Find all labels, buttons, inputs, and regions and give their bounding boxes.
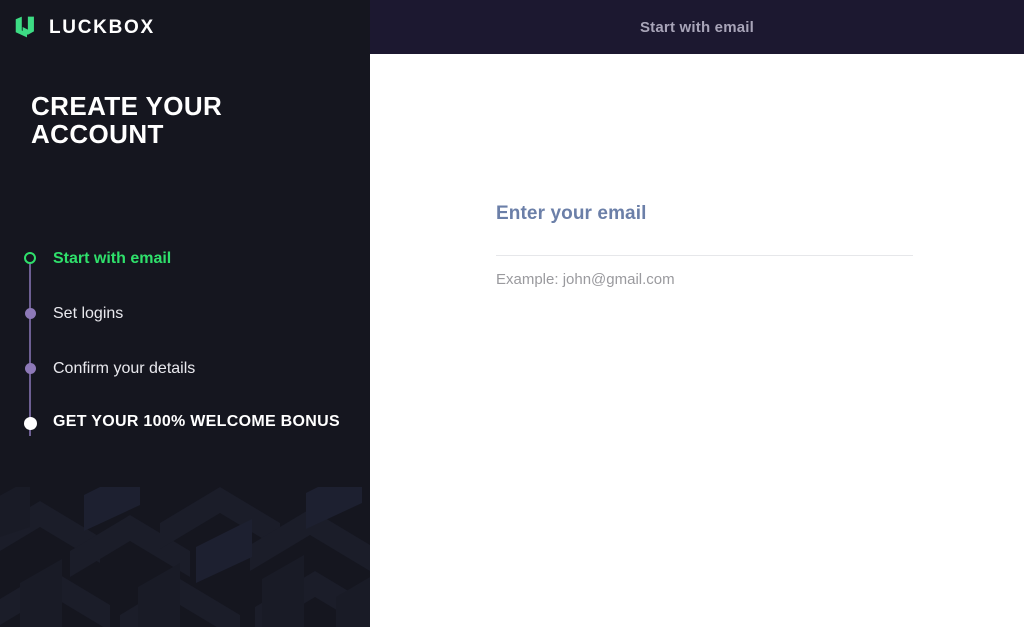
sidebar-step-set-logins[interactable]: Set logins — [22, 305, 352, 360]
sidebar-step-start-with-email[interactable]: Start with email — [22, 250, 352, 305]
brand-wordmark: LUCKBOX — [49, 16, 155, 38]
luckbox-logo-icon — [15, 16, 34, 38]
content-area: Enter your email Example: john@gmail.com — [370, 54, 1024, 627]
brand-logo[interactable]: LUCKBOX — [14, 14, 155, 40]
decorative-chevron-pattern — [0, 487, 370, 627]
signup-stepper: Start with email Set logins Confirm your… — [22, 250, 352, 436]
sidebar-step-welcome-bonus: GET YOUR 100% WELCOME BONUS — [22, 413, 352, 432]
step-label: Start with email — [53, 250, 172, 267]
email-field-group: Enter your email Example: john@gmail.com — [496, 204, 913, 289]
step-label: GET YOUR 100% WELCOME BONUS — [53, 413, 340, 430]
email-input[interactable] — [496, 233, 913, 256]
ring-marker-icon — [22, 250, 38, 266]
sidebar-step-confirm-your-details[interactable]: Confirm your details — [22, 360, 352, 415]
page-title: CREATE YOUR ACCOUNT — [31, 91, 223, 150]
topbar: Start with email — [370, 0, 1024, 54]
email-form: Enter your email Example: john@gmail.com — [496, 204, 913, 289]
dot-marker-icon — [22, 305, 38, 321]
dot-marker-icon — [22, 360, 38, 376]
email-hint-text: Example: john@gmail.com — [496, 271, 675, 288]
final-dot-marker-icon — [22, 415, 38, 431]
sidebar: LUCKBOX CREATE YOUR ACCOUNT Start with e… — [0, 0, 370, 627]
step-label: Set logins — [53, 305, 124, 322]
step-label: Confirm your details — [53, 360, 196, 377]
topbar-title: Start with email — [639, 18, 755, 36]
main-panel: Start with email Enter your email Exampl… — [370, 0, 1024, 627]
email-field-label: Enter your email — [496, 203, 647, 224]
signup-page: LUCKBOX CREATE YOUR ACCOUNT Start with e… — [0, 0, 1024, 627]
